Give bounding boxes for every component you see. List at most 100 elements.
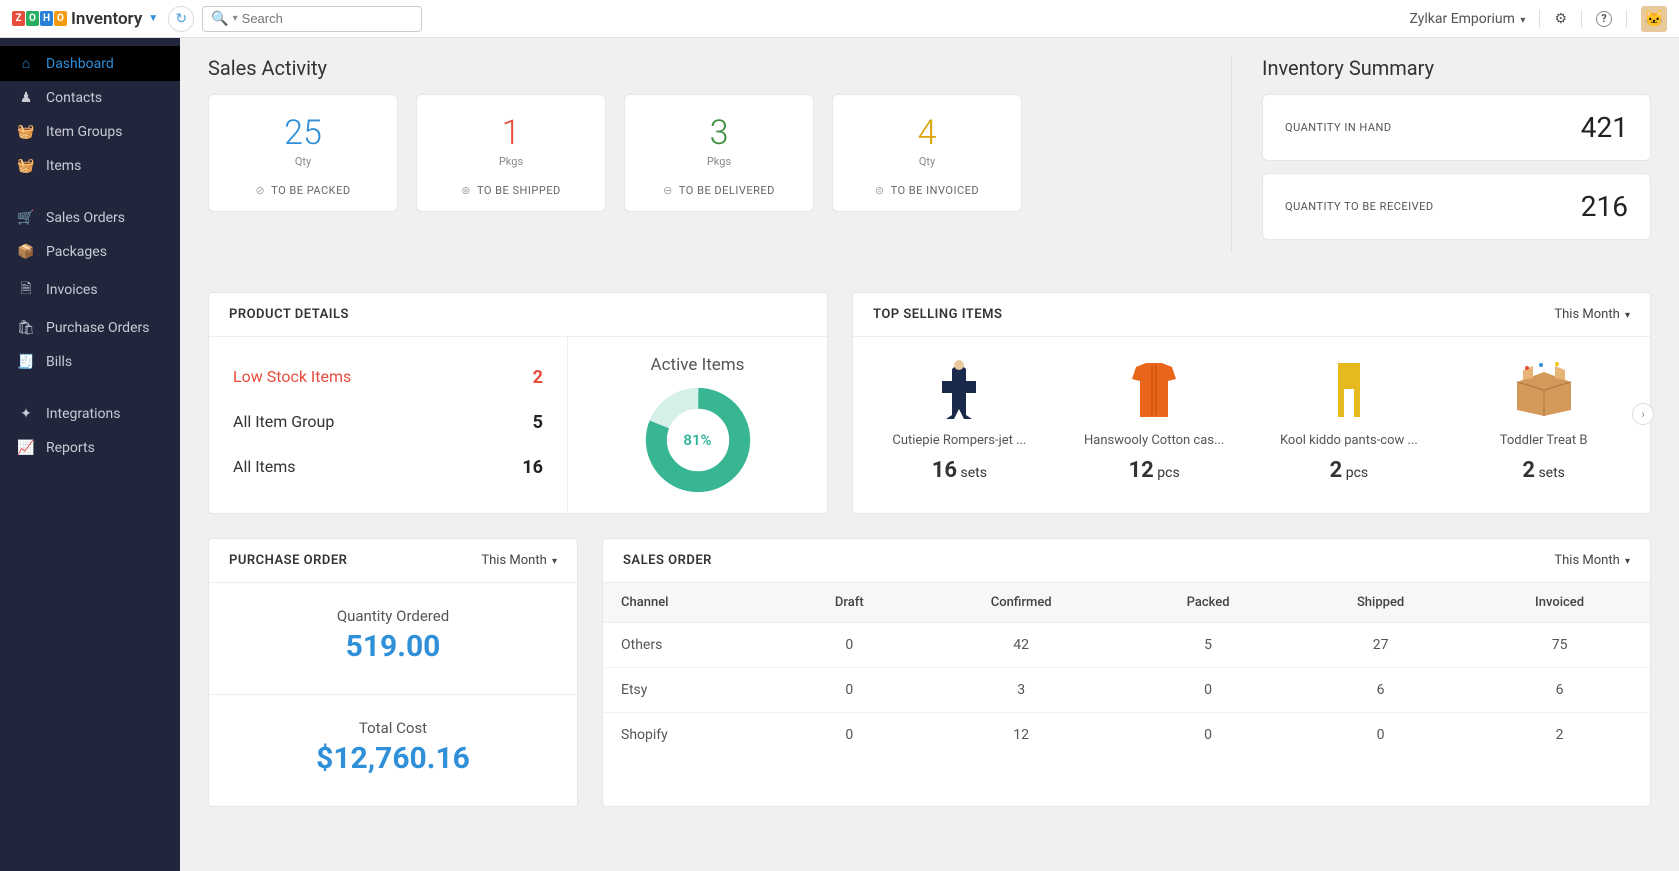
main-content: Sales Activity 25Qty⊘TO BE PACKED1Pkgs⊛T… (180, 38, 1679, 871)
table-cell: 75 (1469, 623, 1650, 668)
table-cell: Etsy (603, 668, 780, 713)
chevron-right-icon: › (1641, 407, 1645, 421)
top-selling-item[interactable]: Toddler Treat B 2 sets (1447, 351, 1640, 483)
sidebar-item-sales-orders[interactable]: 🛒Sales Orders (0, 201, 180, 235)
section-title: Sales Activity (208, 56, 1022, 80)
divider (1626, 10, 1627, 28)
app-name: Inventory (71, 9, 142, 29)
sidebar-item-dashboard[interactable]: ⌂ Dashboard (0, 46, 180, 81)
inventory-label: QUANTITY IN HAND (1285, 121, 1392, 134)
sidebar-item-reports[interactable]: 📈Reports (0, 431, 180, 465)
zoho-logo-icon: ZOHO (12, 11, 67, 26)
avatar[interactable]: 🐱 (1641, 6, 1667, 32)
check-circle-icon: ⊘ (255, 184, 265, 197)
org-switcher[interactable]: Zylkar Emporium ▾ (1410, 11, 1526, 27)
cart-icon: 🛒 (18, 210, 34, 226)
divider (1581, 10, 1582, 28)
product-image-icon (1453, 355, 1634, 425)
activity-value: 25 (219, 113, 387, 153)
product-image-icon (1064, 355, 1245, 425)
table-cell: 0 (780, 713, 918, 758)
inventory-row: QUANTITY TO BE RECEIVED216 (1262, 173, 1651, 240)
basket-icon: 🧺 (18, 158, 34, 174)
sidebar-item-label: Dashboard (46, 56, 114, 72)
product-name: Toddler Treat B (1453, 433, 1634, 448)
search-input[interactable] (242, 11, 418, 26)
search-box: 🔍 ▾ (202, 6, 422, 32)
table-cell: 6 (1292, 668, 1469, 713)
table-cell: 27 (1292, 623, 1469, 668)
period-selector[interactable]: This Month ▾ (481, 553, 557, 568)
top-selling-item[interactable]: Hanswooly Cotton cas...12 pcs (1058, 351, 1251, 483)
recent-history-button[interactable]: ↻ (168, 6, 194, 32)
table-header: Draft (780, 583, 918, 623)
sidebar-item-purchase-orders[interactable]: 🛍 Purchase Orders (0, 311, 180, 345)
donut-title: Active Items (586, 355, 809, 375)
activity-card[interactable]: 1Pkgs⊛TO BE SHIPPED (416, 94, 606, 212)
table-row[interactable]: Etsy03066 (603, 668, 1650, 713)
top-selling-item[interactable]: Kool kiddo pants-cow ...2 pcs (1253, 351, 1446, 483)
inventory-label: QUANTITY TO BE RECEIVED (1285, 200, 1434, 213)
panel-title: PRODUCT DETAILS (229, 307, 349, 322)
table-header: Shipped (1292, 583, 1469, 623)
panel-title: SALES ORDER (623, 553, 712, 568)
table-header: Channel (603, 583, 780, 623)
bag-icon: 🛍 (18, 320, 34, 336)
sidebar-item-items[interactable]: 🧺Items (0, 149, 180, 183)
chevron-down-icon[interactable]: ▾ (233, 13, 238, 24)
product-name: Kool kiddo pants-cow ... (1259, 433, 1440, 448)
activity-label: ⊖TO BE DELIVERED (635, 184, 803, 197)
activity-card[interactable]: 25Qty⊘TO BE PACKED (208, 94, 398, 212)
sidebar: ⌂ Dashboard ♟Contacts🧺Item Groups🧺Items 🛒S… (0, 38, 180, 871)
table-cell: 5 (1124, 623, 1292, 668)
pd-value: 2 (533, 367, 543, 388)
product-detail-row[interactable]: Low Stock Items2 (233, 355, 543, 400)
period-selector[interactable]: This Month ▾ (1554, 553, 1630, 568)
activity-label: ⊜TO BE INVOICED (843, 184, 1011, 197)
gear-icon[interactable]: ⚙ (1554, 11, 1567, 27)
home-icon: ⌂ (18, 55, 34, 72)
sidebar-item-item-groups[interactable]: 🧺Item Groups (0, 115, 180, 149)
sidebar-item-invoices[interactable]: 🗎Invoices (0, 269, 180, 311)
table-cell: 6 (1469, 668, 1650, 713)
activity-unit: Pkgs (427, 155, 595, 168)
sidebar-item-contacts[interactable]: ♟Contacts (0, 81, 180, 115)
inventory-value: 421 (1581, 111, 1628, 144)
sidebar-item-label: Packages (46, 244, 107, 260)
table-header: Confirmed (918, 583, 1124, 623)
dash-circle-icon: ⊖ (663, 184, 673, 197)
search-icon: 🔍 (211, 11, 228, 27)
sidebar-item-packages[interactable]: 📦Packages (0, 235, 180, 269)
product-qty: 2 sets (1453, 458, 1634, 483)
activity-card[interactable]: 3 Pkgs ⊖TO BE DELIVERED (624, 94, 814, 212)
sidebar-item-bills[interactable]: 🧾Bills (0, 345, 180, 379)
history-icon: ↻ (175, 11, 187, 27)
chevron-down-icon: ▾ (1520, 15, 1525, 26)
panel-title: PURCHASE ORDER (229, 553, 347, 568)
table-header: Invoiced (1469, 583, 1650, 623)
po-qty-label: Quantity Ordered (229, 607, 557, 625)
top-selling-item[interactable]: Cutiepie Rompers-jet ...16 sets (863, 351, 1056, 483)
table-row[interactable]: Shopify012002 (603, 713, 1650, 758)
activity-card[interactable]: 4Qty⊜TO BE INVOICED (832, 94, 1022, 212)
activity-value: 3 (635, 113, 803, 153)
activity-unit: Pkgs (635, 155, 803, 168)
chevron-down-icon: ▾ (1625, 310, 1630, 321)
inventory-row: QUANTITY IN HAND 421 (1262, 94, 1651, 161)
sales-order-panel: SALES ORDER This Month ▾ ChannelDraftCon… (602, 538, 1651, 807)
inventory-summary-section: Inventory Summary QUANTITY IN HAND421QUA… (1231, 56, 1651, 252)
next-button[interactable]: › (1632, 403, 1654, 425)
app-logo[interactable]: ZOHO Inventory ▼ (12, 9, 158, 29)
activity-label: ⊛TO BE SHIPPED (427, 184, 595, 197)
sidebar-item-label: Purchase Orders (46, 320, 149, 336)
sidebar-item-integrations[interactable]: ✦Integrations (0, 397, 180, 431)
product-detail-row[interactable]: All Items16 (233, 445, 543, 490)
product-image-icon (869, 355, 1050, 425)
table-cell: 42 (918, 623, 1124, 668)
product-detail-row[interactable]: All Item Group5 (233, 400, 543, 445)
file-icon: 🗎 (18, 278, 34, 302)
period-selector[interactable]: This Month ▾ (1554, 307, 1630, 322)
product-image-icon (1259, 355, 1440, 425)
help-icon[interactable]: ? (1596, 11, 1612, 27)
table-row[interactable]: Others04252775 (603, 623, 1650, 668)
